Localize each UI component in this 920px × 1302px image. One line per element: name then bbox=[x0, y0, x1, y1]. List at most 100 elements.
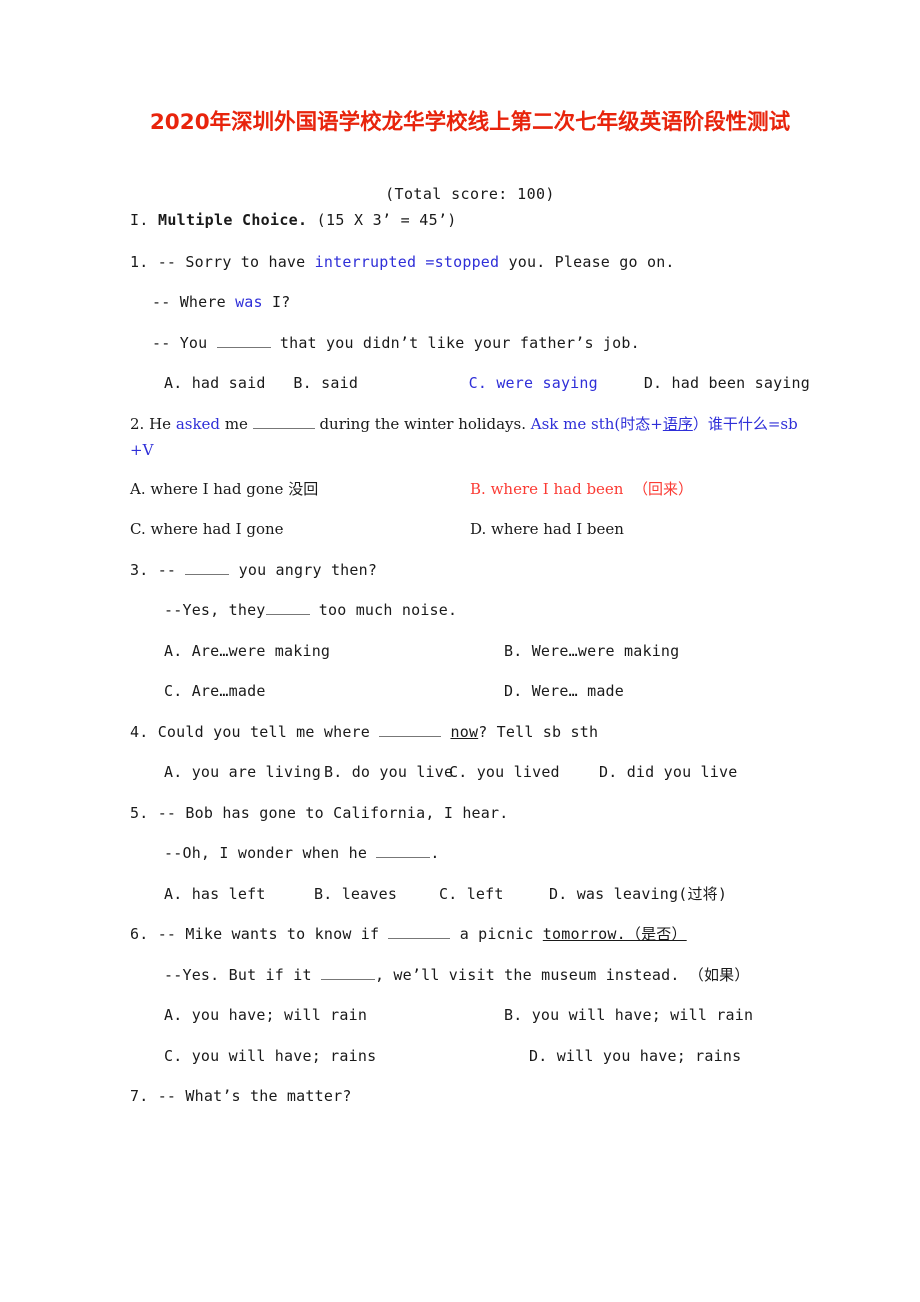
question-1-stem-line-1: 1. -- Sorry to have interrupted =stopped… bbox=[130, 251, 810, 274]
q5-option-b[interactable]: B. leaves bbox=[314, 883, 439, 906]
q4-option-b-text: do you live bbox=[351, 763, 454, 782]
q1-option-d[interactable]: D. had been saying bbox=[644, 372, 810, 395]
q3-option-b[interactable]: B. Were…were making bbox=[504, 640, 679, 663]
q6-number: 6. bbox=[130, 925, 149, 944]
page-title: 2020年深圳外国语学校龙华学校线上第二次七年级英语阶段性测试 bbox=[149, 110, 791, 135]
q6-answer-blank-2[interactable] bbox=[320, 965, 375, 980]
q3-option-a-text: Are…were making bbox=[191, 641, 331, 660]
q6-option-a-text: you have; will rain bbox=[191, 1006, 368, 1025]
q3-answer-blank-1[interactable] bbox=[185, 560, 230, 575]
q5-option-c[interactable]: C. left bbox=[439, 883, 549, 906]
q1-option-b-label: B. bbox=[293, 374, 312, 393]
q2-note-pre: Ask me sth(时态+ bbox=[530, 414, 663, 433]
q4-option-a[interactable]: A. you are living bbox=[164, 761, 324, 784]
q3-option-d[interactable]: D. Were… made bbox=[504, 680, 624, 703]
document-content: 2020年深圳外国语学校龙华学校线上第二次七年级英语阶段性测试 (Total s… bbox=[130, 110, 810, 1108]
q4-option-c-text: you lived bbox=[476, 763, 560, 782]
exam-paper-page: 2020年深圳外国语学校龙华学校线上第二次七年级英语阶段性测试 (Total s… bbox=[0, 0, 920, 1302]
q2-option-c[interactable]: C. where had I gone bbox=[130, 518, 470, 541]
question-2-options-row-1: A. where I had gone 没回 B. where I had be… bbox=[130, 478, 810, 501]
question-3-options-row-1: A. Are…were making B. Were…were making bbox=[130, 640, 810, 663]
q3-answer-blank-2[interactable] bbox=[265, 600, 310, 616]
q4-answer-blank[interactable] bbox=[379, 722, 442, 737]
q5-option-c-label: C. bbox=[439, 884, 458, 903]
question-3-options-row-2: C. Are…made D. Were… made bbox=[130, 680, 810, 703]
q1-option-c[interactable]: C. were saying bbox=[469, 372, 644, 395]
q4-option-d-label: D. bbox=[599, 763, 618, 782]
question-1-stem-line-2: -- Where was I? bbox=[130, 291, 810, 314]
q2-option-b-extra: （回来） bbox=[633, 479, 694, 498]
q4-option-d[interactable]: D. did you live bbox=[599, 761, 737, 784]
q3-line2-post: too much noise. bbox=[309, 601, 458, 620]
q5-line1-text: -- Bob has gone to California, I hear. bbox=[157, 803, 509, 822]
q2-option-b[interactable]: B. where I had been （回来） bbox=[470, 478, 693, 501]
q6-line1-mid: a picnic bbox=[450, 925, 543, 944]
q1-line2-post: I? bbox=[262, 293, 291, 312]
q2-stem-mid: me bbox=[220, 414, 253, 433]
q6-option-c[interactable]: C. you will have; rains bbox=[164, 1045, 529, 1068]
q1-option-c-label: C. bbox=[468, 374, 488, 393]
q4-number: 4. bbox=[130, 722, 149, 741]
q4-stem-pre: Could you tell me where bbox=[157, 722, 380, 741]
q5-line2-post: . bbox=[430, 844, 440, 863]
q2-option-a[interactable]: A. where I had gone 没回 bbox=[130, 478, 470, 501]
question-6: 6. -- Mike wants to know if a picnic tom… bbox=[130, 923, 810, 1067]
question-1: 1. -- Sorry to have interrupted =stopped… bbox=[130, 251, 810, 395]
q1-option-b[interactable]: B. said bbox=[293, 372, 468, 395]
q2-option-c-text: where had I gone bbox=[150, 520, 284, 539]
q6-option-b-label: B. bbox=[504, 1006, 523, 1025]
q5-option-a[interactable]: A. has left bbox=[164, 883, 314, 906]
question-3-stem-line-1: 3. -- you angry then? bbox=[130, 559, 810, 582]
q6-option-d[interactable]: D. will you have; rains bbox=[529, 1045, 741, 1068]
q4-option-c[interactable]: C. you lived bbox=[449, 761, 599, 784]
total-score-line: (Total score: 100) bbox=[385, 184, 555, 203]
section-points: (15 X 3’ = 45’) bbox=[316, 210, 457, 229]
question-5: 5. -- Bob has gone to California, I hear… bbox=[130, 802, 810, 906]
q6-option-b[interactable]: B. you will have; will rain bbox=[504, 1004, 753, 1027]
q5-option-d-label: D. bbox=[549, 884, 568, 903]
q1-answer-blank[interactable] bbox=[216, 333, 271, 348]
q4-option-c-label: C. bbox=[449, 763, 468, 782]
q4-option-b-label: B. bbox=[324, 763, 343, 782]
q1-stem-pre: -- Sorry to have bbox=[157, 252, 315, 271]
question-4-options: A. you are living B. do you live C. you … bbox=[130, 761, 810, 784]
q4-option-d-text: did you live bbox=[626, 763, 738, 782]
q3-line1-post: you angry then? bbox=[229, 560, 378, 579]
q2-stem-post: during the winter holidays. bbox=[314, 414, 531, 433]
q1-number: 1. bbox=[130, 252, 149, 271]
q3-line1-pre: -- bbox=[157, 560, 186, 579]
q3-option-c[interactable]: C. Are…made bbox=[164, 680, 504, 703]
q6-line2-post: , we’ll visit the museum instead. （如果） bbox=[374, 965, 750, 984]
q3-option-b-label: B. bbox=[504, 641, 523, 660]
q3-option-d-label: D. bbox=[504, 682, 523, 701]
q2-option-c-label: C. bbox=[130, 520, 146, 539]
q5-answer-blank[interactable] bbox=[376, 843, 431, 859]
question-4: 4. Could you tell me where now? Tell sb … bbox=[130, 721, 810, 784]
question-3-stem-line-2: --Yes, they too much noise. bbox=[130, 599, 810, 622]
question-5-stem-line-2: --Oh, I wonder when he . bbox=[130, 842, 810, 865]
q6-option-a[interactable]: A. you have; will rain bbox=[164, 1004, 504, 1027]
q6-option-d-label: D. bbox=[529, 1046, 548, 1065]
q5-number: 5. bbox=[130, 803, 149, 822]
q2-answer-blank[interactable] bbox=[252, 414, 315, 429]
q5-option-d[interactable]: D. was leaving(过将) bbox=[549, 883, 727, 906]
q5-option-c-text: left bbox=[466, 884, 504, 903]
q5-line2-pre: --Oh, I wonder when he bbox=[164, 844, 377, 863]
q1-option-d-text: had been saying bbox=[671, 374, 810, 393]
q3-option-a[interactable]: A. Are…were making bbox=[164, 640, 504, 663]
q4-option-b[interactable]: B. do you live bbox=[324, 761, 453, 784]
q1-option-b-text: said bbox=[321, 374, 359, 393]
q6-answer-blank-1[interactable] bbox=[388, 924, 451, 940]
q2-option-d[interactable]: D. where had I been bbox=[470, 518, 624, 541]
q2-option-a-label: A. bbox=[130, 479, 146, 498]
q1-option-a[interactable]: A. had said bbox=[164, 372, 293, 395]
q2-stem-pre: He bbox=[149, 414, 176, 433]
q6-option-d-text: will you have; rains bbox=[556, 1046, 742, 1065]
question-4-stem: 4. Could you tell me where now? Tell sb … bbox=[130, 721, 810, 744]
q1-highlight-interrupted: interrupted =stopped bbox=[314, 252, 500, 271]
q2-number: 2. bbox=[130, 414, 145, 433]
q4-underline-now: now bbox=[450, 722, 479, 741]
q2-option-d-label: D. bbox=[470, 520, 487, 539]
q6-line1-pre: -- Mike wants to know if bbox=[157, 925, 389, 944]
question-6-options-row-1: A. you have; will rain B. you will have;… bbox=[130, 1004, 810, 1027]
